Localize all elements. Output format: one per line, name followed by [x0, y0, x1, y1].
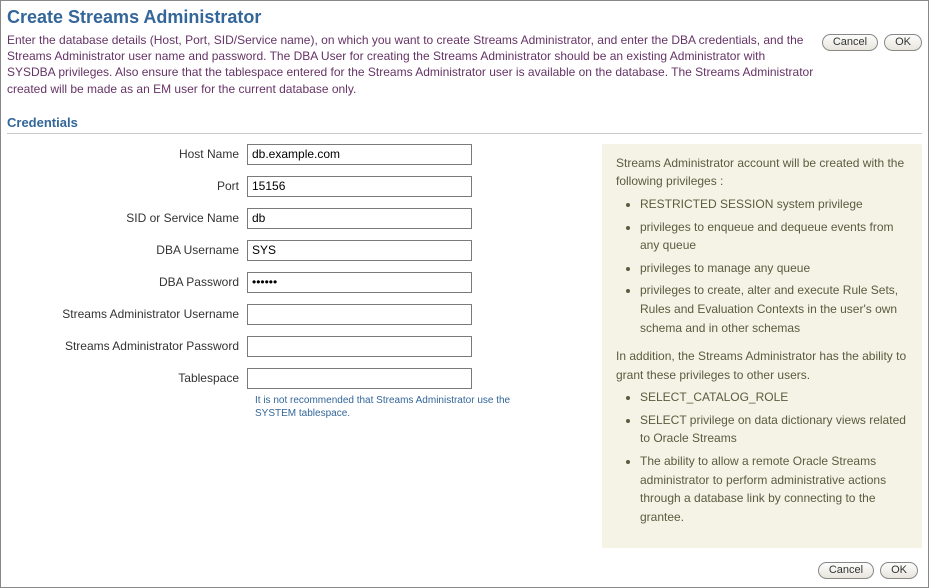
credentials-section-title: Credentials	[7, 115, 922, 134]
cancel-button-top[interactable]: Cancel	[822, 34, 878, 51]
sid-input[interactable]	[247, 208, 472, 229]
privileges-info-panel: Streams Administrator account will be cr…	[602, 144, 922, 549]
host-input[interactable]	[247, 144, 472, 165]
cancel-button-bottom[interactable]: Cancel	[818, 562, 874, 579]
port-label: Port	[7, 179, 247, 193]
dba-username-field: DBA Username	[7, 240, 584, 261]
sid-field: SID or Service Name	[7, 208, 584, 229]
list-item: privileges to manage any queue	[640, 259, 908, 278]
dba-password-field: DBA Password	[7, 272, 584, 293]
streams-username-input[interactable]	[247, 304, 472, 325]
streams-password-label: Streams Administrator Password	[7, 339, 247, 353]
top-button-row: Cancel OK	[822, 32, 922, 51]
list-item: SELECT_CATALOG_ROLE	[640, 388, 908, 407]
extra-privileges-list: SELECT_CATALOG_ROLE SELECT privilege on …	[616, 388, 908, 526]
create-streams-admin-dialog: Create Streams Administrator Enter the d…	[0, 0, 929, 588]
info-lead: Streams Administrator account will be cr…	[616, 154, 908, 191]
tablespace-input[interactable]	[247, 368, 472, 389]
tablespace-hint: It is not recommended that Streams Admin…	[255, 394, 535, 420]
streams-username-field: Streams Administrator Username	[7, 304, 584, 325]
credentials-form: Host Name Port SID or Service Name DBA U…	[7, 144, 588, 420]
dba-password-label: DBA Password	[7, 275, 247, 289]
intro-text: Enter the database details (Host, Port, …	[7, 32, 814, 97]
bottom-button-row: Cancel OK	[7, 562, 922, 579]
streams-password-input[interactable]	[247, 336, 472, 357]
ok-button-bottom[interactable]: OK	[880, 562, 918, 579]
dba-password-input[interactable]	[247, 272, 472, 293]
dba-username-label: DBA Username	[7, 243, 247, 257]
streams-password-field: Streams Administrator Password	[7, 336, 584, 357]
sid-label: SID or Service Name	[7, 211, 247, 225]
info-addendum: In addition, the Streams Administrator h…	[616, 347, 908, 384]
list-item: RESTRICTED SESSION system privilege	[640, 195, 908, 214]
list-item: The ability to allow a remote Oracle Str…	[640, 452, 908, 526]
host-label: Host Name	[7, 147, 247, 161]
port-field: Port	[7, 176, 584, 197]
list-item: SELECT privilege on data dictionary view…	[640, 411, 908, 448]
list-item: privileges to enqueue and dequeue events…	[640, 218, 908, 255]
body-row: Host Name Port SID or Service Name DBA U…	[7, 144, 922, 549]
header-row: Enter the database details (Host, Port, …	[7, 32, 922, 97]
tablespace-field: Tablespace	[7, 368, 584, 389]
dba-username-input[interactable]	[247, 240, 472, 261]
page-title: Create Streams Administrator	[7, 7, 922, 28]
port-input[interactable]	[247, 176, 472, 197]
list-item: privileges to create, alter and execute …	[640, 281, 908, 337]
privileges-list: RESTRICTED SESSION system privilege priv…	[616, 195, 908, 337]
ok-button-top[interactable]: OK	[884, 34, 922, 51]
tablespace-label: Tablespace	[7, 371, 247, 385]
streams-username-label: Streams Administrator Username	[7, 307, 247, 321]
host-field: Host Name	[7, 144, 584, 165]
